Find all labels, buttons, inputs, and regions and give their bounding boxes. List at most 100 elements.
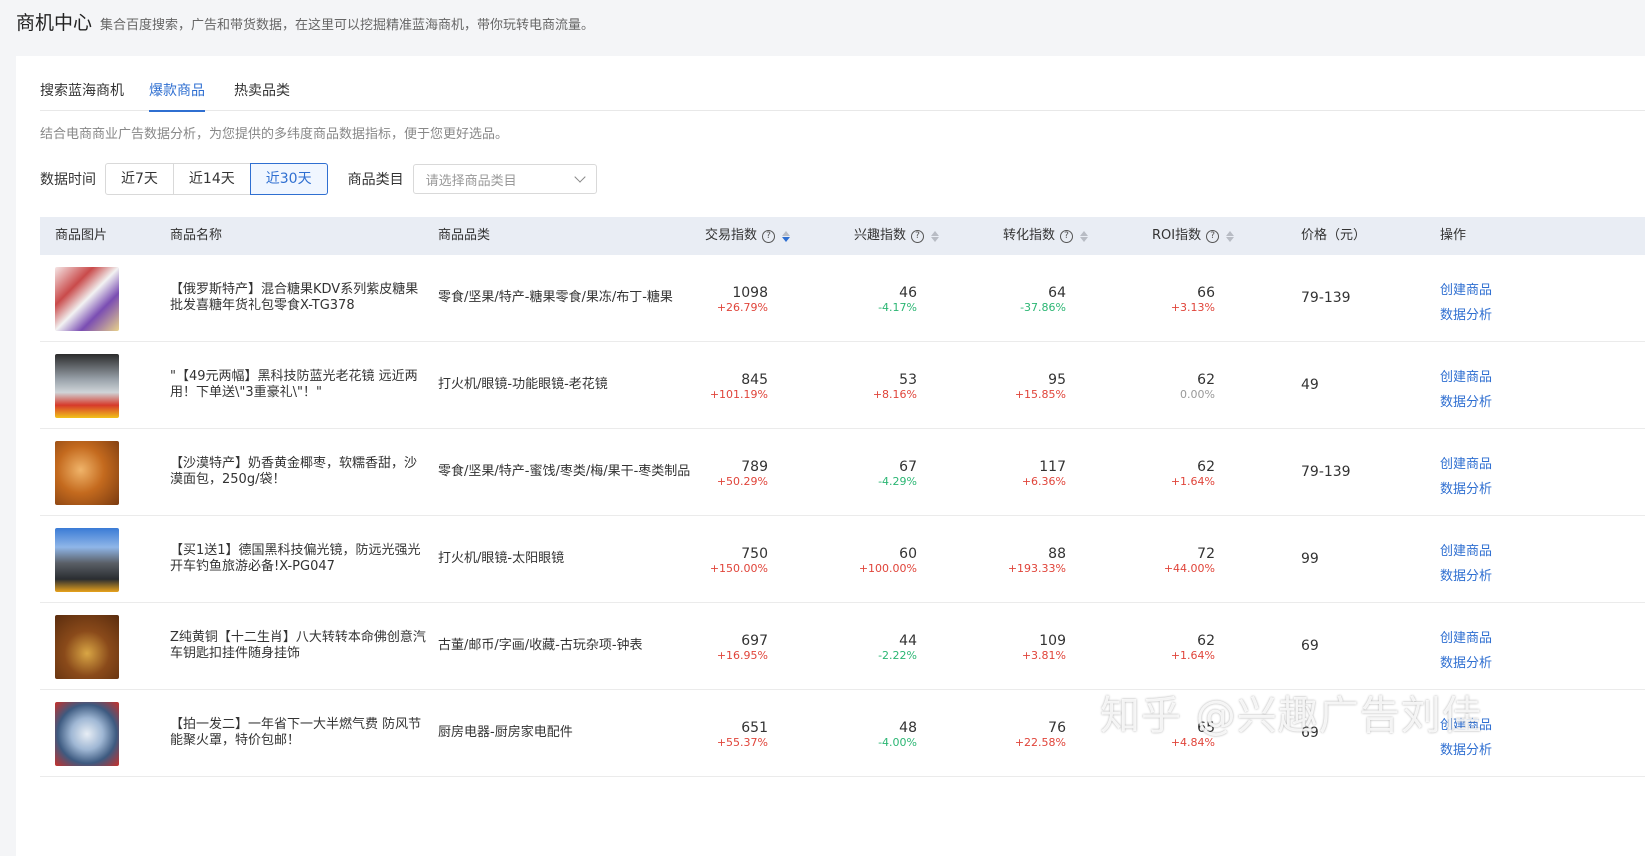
price-cell: 69 <box>1301 638 1319 654</box>
roi-index-cell: 62 0.00% <box>1180 372 1215 401</box>
col-price: 价格（元） <box>1301 228 1367 243</box>
product-image[interactable] <box>55 267 119 331</box>
row-actions: 创建商品 数据分析 <box>1440 539 1492 589</box>
product-category: 打火机/眼镜-功能眼镜-老花镜 <box>438 377 608 392</box>
row-actions: 创建商品 数据分析 <box>1440 713 1492 763</box>
row-actions: 创建商品 数据分析 <box>1440 365 1492 415</box>
category-filter-label: 商品类目 <box>347 172 404 188</box>
product-name: "【49元两幅】黑科技防蓝光老花镜 远近两用！下单送\"3重豪礼\"！" <box>170 369 418 400</box>
product-image[interactable] <box>55 528 119 592</box>
roi-index-cell: 72 +44.00% <box>1163 546 1215 575</box>
product-category: 打火机/眼镜-太阳眼镜 <box>438 551 565 566</box>
interest-index-cell: 48 -4.00% <box>878 720 917 749</box>
col-category: 商品品类 <box>438 228 491 243</box>
create-product-link[interactable]: 创建商品 <box>1440 278 1492 303</box>
product-category: 厨房电器-厨房家电配件 <box>438 725 573 740</box>
table-row: 【拍一发二】一年省下一大半燃气费 防风节能聚火罩，特价包邮！ 厨房电器-厨房家电… <box>40 690 1645 777</box>
product-image[interactable] <box>55 615 119 679</box>
data-analysis-link[interactable]: 数据分析 <box>1440 564 1492 589</box>
table-header: 商品图片 商品名称 商品品类 交易指数 ? 兴趣指数 ? 转化指数 ? ROI指… <box>40 217 1645 255</box>
table-row: 【俄罗斯特产】混合糖果KDV系列紫皮糖果批发喜糖年货礼包零食X-TG378 零食… <box>40 255 1645 342</box>
sort-icon[interactable] <box>782 230 791 242</box>
category-select-placeholder: 请选择商品类目 <box>425 173 517 189</box>
table-row: 【沙漠特产】奶香黄金椰枣，软糯香甜，沙漠面包，250g/袋！ 零食/坚果/特产-… <box>40 429 1645 516</box>
row-actions: 创建商品 数据分析 <box>1440 626 1492 676</box>
col-ops: 操作 <box>1440 228 1467 243</box>
interest-index-cell: 53 +8.16% <box>872 372 917 401</box>
create-product-link[interactable]: 创建商品 <box>1440 713 1492 738</box>
data-analysis-link[interactable]: 数据分析 <box>1440 390 1492 415</box>
conversion-index-cell: 117 +6.36% <box>1021 459 1066 488</box>
col-roi-index[interactable]: ROI指数 ? <box>1152 217 1235 255</box>
product-name: 【拍一发二】一年省下一大半燃气费 防风节能聚火罩，特价包邮！ <box>170 717 422 748</box>
product-category: 古董/邮币/字画/收藏-古玩杂项-钟表 <box>438 638 643 653</box>
help-icon[interactable]: ? <box>911 229 925 243</box>
help-icon[interactable]: ? <box>762 229 776 243</box>
price-cell: 49 <box>1301 377 1319 393</box>
product-image[interactable] <box>55 441 119 505</box>
create-product-link[interactable]: 创建商品 <box>1440 626 1492 651</box>
interest-index-cell: 44 -2.22% <box>878 633 917 662</box>
sort-icon[interactable] <box>931 230 940 242</box>
table-row: 【买1送1】德国黑科技偏光镜，防远光强光开车钓鱼旅游必备!X-PG047 打火机… <box>40 516 1645 603</box>
time-range-segmented: 近7天 近14天 近30天 <box>105 163 328 195</box>
data-analysis-link[interactable]: 数据分析 <box>1440 738 1492 763</box>
content-card: 搜索蓝海商机 爆款商品 热卖品类 结合电商商业广告数据分析，为您提供的多纬度商品… <box>16 56 1645 856</box>
create-product-link[interactable]: 创建商品 <box>1440 365 1492 390</box>
interest-index-cell: 46 -4.17% <box>878 285 917 314</box>
time-14d-button[interactable]: 近14天 <box>172 163 251 195</box>
col-trade-index[interactable]: 交易指数 ? <box>705 217 791 255</box>
create-product-link[interactable]: 创建商品 <box>1440 452 1492 477</box>
product-category: 零食/坚果/特产-糖果零食/果冻/布丁-糖果 <box>438 290 673 305</box>
help-icon[interactable]: ? <box>1060 229 1074 243</box>
sort-icon[interactable] <box>1226 230 1235 242</box>
roi-index-cell: 62 +1.64% <box>1170 459 1215 488</box>
sort-icon[interactable] <box>1080 230 1089 242</box>
conversion-index-cell: 109 +3.81% <box>1021 633 1066 662</box>
create-product-link[interactable]: 创建商品 <box>1440 539 1492 564</box>
product-image[interactable] <box>55 354 119 418</box>
conversion-index-cell: 95 +15.85% <box>1014 372 1066 401</box>
product-name: Z纯黄铜【十二生肖】八大转转本命佛创意汽车钥匙扣挂件随身挂饰 <box>170 630 426 661</box>
product-name: 【买1送1】德国黑科技偏光镜，防远光强光开车钓鱼旅游必备!X-PG047 <box>170 543 421 574</box>
table-row: "【49元两幅】黑科技防蓝光老花镜 远近两用！下单送\"3重豪礼\"！" 打火机… <box>40 342 1645 429</box>
conversion-index-cell: 88 +193.33% <box>1007 546 1066 575</box>
category-select[interactable]: 请选择商品类目 <box>412 164 597 194</box>
interest-index-cell: 67 -4.29% <box>878 459 917 488</box>
trade-index-cell: 651 +55.37% <box>716 720 768 749</box>
help-icon[interactable]: ? <box>1206 229 1220 243</box>
price-cell: 69 <box>1301 725 1319 741</box>
tab-hot-products[interactable]: 爆款商品 <box>149 80 205 112</box>
row-actions: 创建商品 数据分析 <box>1440 278 1492 328</box>
filter-bar: 数据时间 近7天 近14天 近30天 商品类目 请选择商品类目 <box>40 163 597 195</box>
section-description: 结合电商商业广告数据分析，为您提供的多纬度商品数据指标，便于您更好选品。 <box>40 127 509 142</box>
page-description: 集合百度搜索，广告和带货数据，在这里可以挖掘精准蓝海商机，带你玩转电商流量。 <box>100 18 595 33</box>
roi-index-cell: 65 +4.84% <box>1170 720 1215 749</box>
tab-search-opportunity[interactable]: 搜索蓝海商机 <box>40 80 124 110</box>
page-title: 商机中心 <box>16 12 93 34</box>
conversion-index-cell: 64 -37.86% <box>1020 285 1066 314</box>
tab-bar: 搜索蓝海商机 爆款商品 热卖品类 <box>40 56 1645 112</box>
time-30d-button[interactable]: 近30天 <box>249 163 328 195</box>
tab-hot-categories[interactable]: 热卖品类 <box>234 80 290 110</box>
products-table: 商品图片 商品名称 商品品类 交易指数 ? 兴趣指数 ? 转化指数 ? ROI指… <box>40 217 1645 777</box>
price-cell: 79-139 <box>1301 464 1351 480</box>
conversion-index-cell: 76 +22.58% <box>1014 720 1066 749</box>
row-actions: 创建商品 数据分析 <box>1440 452 1492 502</box>
product-image[interactable] <box>55 702 119 766</box>
col-name: 商品名称 <box>170 228 223 243</box>
product-category: 零食/坚果/特产-蜜饯/枣类/梅/果干-枣类制品 <box>438 464 691 479</box>
data-analysis-link[interactable]: 数据分析 <box>1440 303 1492 328</box>
time-7d-button[interactable]: 近7天 <box>105 163 174 195</box>
product-name: 【沙漠特产】奶香黄金椰枣，软糯香甜，沙漠面包，250g/袋！ <box>170 456 418 487</box>
data-analysis-link[interactable]: 数据分析 <box>1440 477 1492 502</box>
trade-index-cell: 697 +16.95% <box>716 633 768 662</box>
col-interest-index[interactable]: 兴趣指数 ? <box>854 217 940 255</box>
time-filter-label: 数据时间 <box>40 172 96 188</box>
page-header: 商机中心 集合百度搜索，广告和带货数据，在这里可以挖掘精准蓝海商机，带你玩转电商… <box>16 8 594 38</box>
col-conversion-index[interactable]: 转化指数 ? <box>1003 217 1089 255</box>
data-analysis-link[interactable]: 数据分析 <box>1440 651 1492 676</box>
trade-index-cell: 1098 +26.79% <box>716 285 768 314</box>
trade-index-cell: 789 +50.29% <box>716 459 768 488</box>
trade-index-cell: 750 +150.00% <box>709 546 768 575</box>
